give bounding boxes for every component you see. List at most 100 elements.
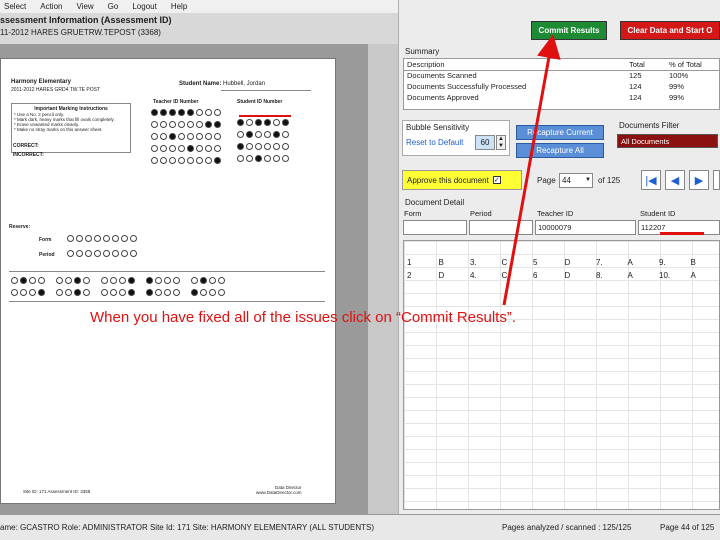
page-label: Page xyxy=(537,176,556,185)
approve-label: Approve this document xyxy=(407,175,489,185)
incorrect-label: INCORRECT: xyxy=(13,152,44,158)
table-row: Documents Scanned 125 100% xyxy=(404,70,719,81)
status-pages-analyzed: Pages analyzed / scanned : 125/125 xyxy=(502,523,632,532)
bubble-sensitivity-title: Bubble Sensitivity xyxy=(406,123,470,132)
documents-filter-title: Documents Filter xyxy=(619,121,680,130)
answer-cell[interactable]: C xyxy=(499,258,531,267)
table-row: 1 B 3. C 5 D 7. A 9. B xyxy=(404,256,719,269)
answer-cell[interactable]: 9. xyxy=(656,258,688,267)
status-bar: ame: GCASTRO Role: ADMINISTRATOR Site Id… xyxy=(0,514,720,540)
summary-panel: Description Total % of Total Documents S… xyxy=(403,58,720,110)
answer-cell[interactable]: 1 xyxy=(404,258,436,267)
answer-grid: 1 B 3. C 5 D 7. A 9. B 2 D 4. C 6 D 8. A… xyxy=(403,240,720,510)
student-id-bubbles xyxy=(237,119,309,199)
prev-page-icon[interactable]: ◀ xyxy=(665,170,685,190)
app-title: ssessment Information (Assessment ID) xyxy=(0,15,172,25)
answer-row-1 xyxy=(11,277,227,286)
answer-cell[interactable]: D xyxy=(436,271,468,280)
student-id-label: Student ID Number xyxy=(237,99,283,105)
checkbox-icon[interactable]: ✓ xyxy=(492,176,501,184)
summary-cell: Documents Approved xyxy=(407,93,479,102)
summary-cell: 124 xyxy=(629,93,642,102)
form-bubbles xyxy=(67,235,139,244)
recapture-current-button[interactable]: Recapture Current xyxy=(516,125,604,140)
sensitivity-stepper[interactable]: ▲ ▼ xyxy=(496,135,506,150)
reserved-label: Reserve: xyxy=(9,224,31,230)
documents-filter-select[interactable]: All Documents xyxy=(617,134,718,148)
summary-cell: 100% xyxy=(669,71,689,81)
recapture-all-button[interactable]: Recapture All xyxy=(516,143,604,158)
summary-cell: 124 xyxy=(629,82,642,91)
menu-logout[interactable]: Logout xyxy=(130,2,158,11)
last-page-icon[interactable] xyxy=(713,170,720,190)
teacher-id-label: Teacher ID Number xyxy=(153,99,199,105)
answer-cell[interactable]: B xyxy=(436,258,468,267)
teacher-id-field[interactable]: 10000079 xyxy=(535,220,636,235)
form-field[interactable] xyxy=(403,220,467,235)
menu-select[interactable]: Select xyxy=(2,2,28,11)
menu-help[interactable]: Help xyxy=(169,2,189,11)
answer-cell[interactable]: 4. xyxy=(467,271,499,280)
table-row: 2 D 4. C 6 D 8. A 10. A xyxy=(404,269,719,282)
period-label: Period xyxy=(39,252,55,258)
summary-header-total: Total xyxy=(626,59,666,71)
approve-document-toggle[interactable]: Approve this document ✓ xyxy=(402,170,522,190)
detail-header-period: Period xyxy=(470,209,492,218)
status-user-info: ame: GCASTRO Role: ADMINISTRATOR Site Id… xyxy=(0,523,375,532)
reset-default-link[interactable]: Reset to Default xyxy=(406,138,463,147)
summary-title: Summary xyxy=(405,47,440,56)
sheet-school: Harmony Elementary xyxy=(11,79,72,85)
period-bubbles xyxy=(67,250,139,259)
table-row: Documents Approved 124 99% xyxy=(404,92,719,103)
answer-cell[interactable]: 10. xyxy=(656,271,688,280)
correct-label: CORRECT: xyxy=(13,143,39,149)
summary-header-description: Description xyxy=(404,59,626,71)
chevron-down-icon[interactable]: ▼ xyxy=(583,174,593,187)
answer-cell[interactable]: B xyxy=(688,258,720,267)
instruction-4: * Make no stray marks on this answer she… xyxy=(14,127,103,132)
answer-cell[interactable]: 7. xyxy=(593,258,625,267)
answer-row-2 xyxy=(11,289,227,298)
scan-viewer-margin xyxy=(368,44,398,514)
summary-table: Description Total % of Total Documents S… xyxy=(404,59,719,103)
form-label: Form xyxy=(39,237,52,243)
answer-cell[interactable]: A xyxy=(688,271,720,280)
sensitivity-value[interactable]: 60 xyxy=(475,135,495,150)
answer-cell[interactable]: A xyxy=(625,258,657,267)
sheet-test-name: 2011-2012 HARES GRD4 TW.TE POST xyxy=(11,87,101,93)
next-page-icon[interactable]: ▶ xyxy=(689,170,709,190)
document-detail-title: Document Detail xyxy=(405,198,465,207)
sheet-footer-right: Data Director www.DataDirector.com xyxy=(256,485,302,495)
answer-cell[interactable]: A xyxy=(625,271,657,280)
sheet-footer-left: Site ID: 171 Assessment ID: 3368 xyxy=(23,489,91,494)
menu-action[interactable]: Action xyxy=(38,2,64,11)
answer-cell[interactable]: D xyxy=(562,271,594,280)
commit-results-button[interactable]: Commit Results xyxy=(531,21,607,40)
summary-cell: 99% xyxy=(669,93,685,102)
detail-header-form: Form xyxy=(404,209,422,218)
answer-cell[interactable]: D xyxy=(562,258,594,267)
answer-cell[interactable]: C xyxy=(499,271,531,280)
sheet-student-name: Hubbell, Jordan xyxy=(223,81,266,87)
teacher-id-bubbles xyxy=(151,109,223,199)
page-of-label: of 125 xyxy=(598,176,621,185)
menu-go[interactable]: Go xyxy=(106,2,121,11)
answer-cell[interactable]: 8. xyxy=(593,271,625,280)
answer-cell[interactable]: 2 xyxy=(404,271,436,280)
period-field[interactable] xyxy=(469,220,533,235)
summary-cell: Documents Successfully Processed xyxy=(407,82,527,91)
menu-view[interactable]: View xyxy=(74,2,95,11)
summary-cell: Documents Scanned xyxy=(407,71,477,81)
answer-cell[interactable]: 6 xyxy=(530,271,562,280)
status-page-of: Page 44 of 125 xyxy=(660,523,715,532)
bubble-sensitivity-panel: Bubble Sensitivity Reset to Default 60 ▲… xyxy=(402,120,510,156)
answer-cell[interactable]: 3. xyxy=(467,258,499,267)
summary-cell: 125 xyxy=(629,71,642,81)
detail-header-student-id: Student ID xyxy=(640,209,676,218)
sheet-student-name-label: Student Name: xyxy=(179,81,222,87)
clear-data-button[interactable]: Clear Data and Start O xyxy=(620,21,720,40)
summary-header-pct: % of Total xyxy=(666,59,719,71)
first-page-icon[interactable]: |◀ xyxy=(641,170,661,190)
summary-cell: 99% xyxy=(669,82,685,91)
answer-cell[interactable]: 5 xyxy=(530,258,562,267)
